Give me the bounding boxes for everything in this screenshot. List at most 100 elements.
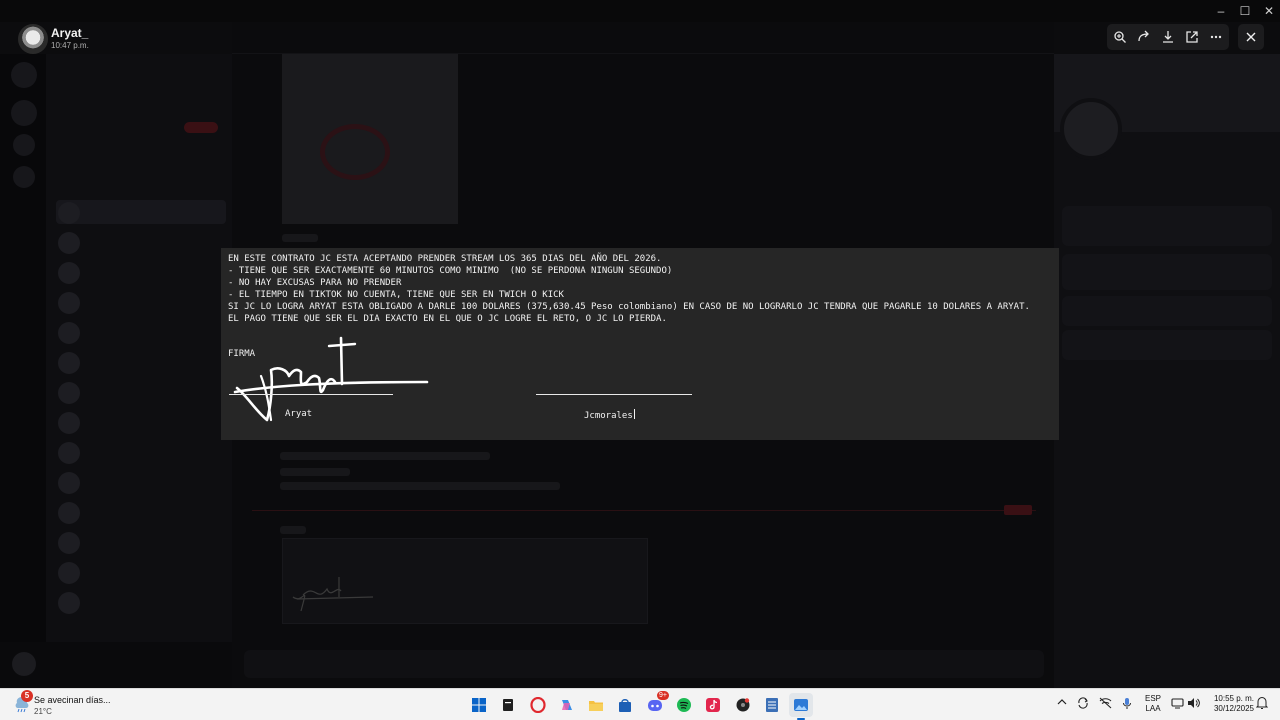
minimize-icon[interactable]: – — [1210, 3, 1232, 19]
forward-icon[interactable] — [1132, 25, 1156, 49]
sync-icon[interactable] — [1077, 697, 1089, 712]
dm-item[interactable] — [56, 440, 226, 464]
profile-card[interactable] — [1062, 296, 1272, 326]
message-line — [280, 452, 490, 460]
signature-line-left — [229, 394, 393, 395]
avatar — [58, 502, 80, 524]
user-panel — [0, 642, 232, 688]
dm-item[interactable] — [56, 530, 226, 554]
explore-icon[interactable] — [13, 166, 35, 188]
profile-panel — [1054, 54, 1280, 688]
avatar — [58, 352, 80, 374]
dm-item[interactable] — [56, 290, 226, 314]
maximize-icon[interactable]: ☐ — [1234, 3, 1256, 19]
window-close-icon[interactable]: ✕ — [1258, 3, 1280, 19]
contract-image: EN ESTE CONTRATO JC ESTA ACEPTANDO PREND… — [221, 248, 1059, 440]
chevron-up-icon[interactable] — [1057, 697, 1067, 710]
avatar — [58, 442, 80, 464]
copilot-icon[interactable] — [555, 693, 579, 717]
profile-card[interactable] — [1062, 254, 1272, 290]
display-icon[interactable] — [1171, 697, 1184, 712]
network-off-icon[interactable] — [1099, 697, 1112, 712]
server-icon[interactable] — [11, 100, 37, 126]
signer-name-left: Aryat — [285, 409, 313, 419]
contract-line: EN ESTE CONTRATO JC ESTA ACEPTANDO PREND… — [228, 254, 662, 264]
avatar — [58, 292, 80, 314]
opera-icon[interactable] — [526, 693, 550, 717]
image-viewer-icon[interactable] — [789, 693, 813, 720]
language-label: ESP — [1144, 694, 1161, 703]
weather-alert-badge: 5 — [21, 690, 33, 702]
notification-icon[interactable] — [1255, 696, 1269, 713]
start-icon[interactable] — [467, 693, 491, 717]
viewer-toolbar — [1107, 24, 1229, 50]
avatar — [58, 472, 80, 494]
chat-photo[interactable] — [282, 54, 458, 224]
dm-item[interactable] — [56, 230, 226, 254]
clock-time: 10:55 p. m. — [1213, 694, 1254, 703]
tiktok-icon[interactable] — [701, 693, 725, 717]
volume-icon[interactable] — [1187, 697, 1200, 712]
input-language[interactable]: ESP LAA — [1142, 694, 1164, 714]
dm-item[interactable] — [56, 410, 226, 434]
dm-item[interactable] — [56, 320, 226, 344]
dm-item[interactable] — [56, 260, 226, 284]
close-icon[interactable] — [1238, 24, 1264, 50]
more-icon[interactable] — [1204, 25, 1228, 49]
contract-text: EN ESTE CONTRATO JC ESTA ACEPTANDO PREND… — [228, 253, 1030, 325]
profile-card — [1062, 206, 1272, 246]
microphone-icon[interactable] — [1122, 697, 1132, 713]
clock-date: 30/12/2025 — [1213, 704, 1254, 713]
spotify-icon[interactable] — [672, 693, 696, 717]
dm-item[interactable] — [56, 500, 226, 524]
message-composer[interactable] — [244, 650, 1044, 678]
contract-line: - TIENE QUE SER EXACTAMENTE 60 MINUTOS C… — [228, 266, 673, 276]
weather-text: Se avecinan días... — [34, 695, 111, 705]
dm-item[interactable] — [56, 470, 226, 494]
avatar — [58, 382, 80, 404]
contract-line: - NO HAY EXCUSAS PARA NO PRENDER — [228, 278, 402, 288]
folder-icon[interactable] — [584, 693, 608, 717]
attachment-thumbnail[interactable] — [282, 538, 648, 624]
message-line — [282, 234, 318, 242]
avatar — [58, 232, 80, 254]
avatar — [58, 532, 80, 554]
new-badge — [184, 122, 218, 133]
dm-item[interactable] — [56, 350, 226, 374]
system-clock[interactable]: 10:55 p. m. 30/12/2025 — [1202, 694, 1254, 714]
server-rail — [0, 54, 46, 688]
avatar — [58, 412, 80, 434]
chat-header — [232, 22, 1054, 54]
file-icon[interactable] — [496, 693, 520, 717]
discord-icon[interactable]: 9+ — [643, 691, 669, 717]
dm-item[interactable] — [56, 590, 226, 614]
dm-item[interactable] — [56, 560, 226, 584]
dm-item-active[interactable] — [56, 200, 226, 224]
server-icon[interactable] — [11, 62, 37, 88]
dm-item[interactable] — [56, 380, 226, 404]
profile-card[interactable] — [1062, 330, 1272, 360]
discord-badge: 9+ — [657, 691, 669, 700]
viewer-author: Aryat_ 10:47 p.m. — [12, 22, 232, 56]
message-timestamp: 10:47 p.m. — [51, 41, 89, 50]
signer-name-right: Jcmorales — [584, 409, 635, 421]
zoom-in-icon[interactable] — [1108, 25, 1132, 49]
keyboard-layout: LAA — [1145, 704, 1161, 713]
add-server-icon[interactable] — [13, 134, 35, 156]
weather-widget[interactable]: 5 Se avecinan días... 21°C — [14, 690, 134, 718]
author-name: Aryat_ — [51, 26, 89, 40]
notepad-icon[interactable] — [760, 693, 784, 717]
download-icon[interactable] — [1156, 25, 1180, 49]
message-line — [280, 526, 306, 534]
contract-line: - EL TIEMPO EN TIKTOK NO CUENTA, TIENE Q… — [228, 290, 564, 300]
message-line — [280, 482, 560, 490]
profile-avatar[interactable] — [1060, 98, 1122, 160]
handwritten-signature — [233, 336, 429, 422]
open-external-icon[interactable] — [1180, 25, 1204, 49]
avatar — [58, 592, 80, 614]
store-icon[interactable] — [613, 693, 637, 717]
app-icon[interactable] — [731, 693, 755, 717]
avatar — [58, 562, 80, 584]
avatar[interactable] — [12, 652, 36, 676]
dm-sidebar — [46, 54, 232, 688]
